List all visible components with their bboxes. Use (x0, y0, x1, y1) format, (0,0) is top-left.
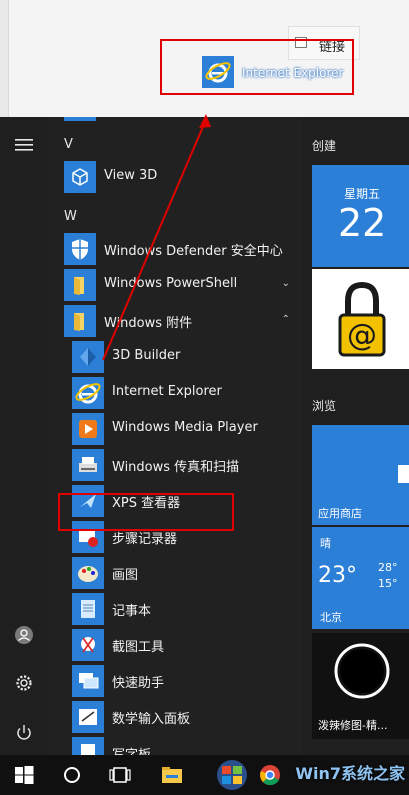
padlock-mail-icon: @ (338, 281, 386, 357)
previous-app-tile-edge (64, 117, 96, 121)
app-wordpad[interactable]: 写字板 (72, 736, 302, 755)
internet-explorer-icon (202, 56, 234, 88)
app-label: 记事本 (112, 604, 152, 619)
3d-builder-icon (72, 341, 104, 373)
app-windows-media-player[interactable]: Windows Media Player (72, 412, 302, 446)
weather-condition: 晴 (320, 537, 331, 550)
notepad-icon (72, 593, 104, 625)
explorer-window: 链接 Internet Explorer (0, 0, 409, 117)
weather-high: 28° (378, 561, 398, 574)
app-label: 数学输入面板 (112, 712, 191, 727)
section-letter-v[interactable]: V (64, 137, 73, 152)
app-windows-fax-scan[interactable]: Windows 传真和扫描 (72, 448, 302, 482)
app-snipping-tool[interactable]: 截图工具 (72, 628, 302, 662)
start-left-rail (0, 117, 48, 755)
app-paint[interactable]: 画图 (72, 556, 302, 590)
calendar-day-name: 星期五 (344, 187, 381, 201)
wordpad-icon (72, 737, 104, 755)
windows-orb-icon[interactable] (210, 759, 254, 791)
user-account-icon[interactable] (14, 625, 34, 645)
tile-group-title[interactable]: 创建 (312, 137, 336, 154)
app-windows-defender[interactable]: Windows Defender 安全中心 (64, 232, 296, 266)
shield-icon (64, 233, 96, 265)
tile-group-title[interactable]: 浏览 (312, 397, 336, 414)
live-tiles-panel: 创建 星期五 22 @ 浏览 应用商店 晴 23° 28° 15° 北京 泼辣修… (302, 117, 409, 755)
section-letter-w[interactable]: W (64, 209, 77, 224)
app-internet-explorer[interactable]: Internet Explorer (72, 376, 302, 410)
weather-tile[interactable]: 晴 23° 28° 15° 北京 (312, 527, 409, 629)
start-menu: V View 3D W Windows Defender 安全中心 Window… (0, 117, 409, 755)
photo-editor-ring-icon (334, 643, 390, 699)
app-label: 画图 (112, 568, 139, 583)
app-math-input-panel[interactable]: 数学输入面板 (72, 700, 302, 734)
app-folder-windows-powershell[interactable]: Windows PowerShell ⌄ (64, 268, 296, 302)
app-label: Windows 附件 (104, 316, 193, 331)
app-label: Windows PowerShell (104, 276, 238, 291)
dragged-ie-label: Internet Explorer (242, 66, 344, 80)
app-label: 3D Builder (112, 348, 181, 363)
paint-palette-icon (72, 557, 104, 589)
app-notepad[interactable]: 记事本 (72, 592, 302, 626)
chrome-browser-icon[interactable] (258, 763, 282, 787)
snipping-tool-icon (72, 629, 104, 661)
weather-low: 15° (378, 577, 398, 590)
weather-temperature: 23° (318, 563, 357, 588)
calendar-day-number: 22 (338, 201, 387, 245)
power-icon[interactable] (14, 723, 34, 743)
folder-icon (64, 305, 96, 337)
internet-explorer-icon (72, 377, 104, 409)
weather-city: 北京 (320, 611, 342, 624)
folder-icon (64, 269, 96, 301)
app-label: 写字板 (112, 744, 151, 755)
view-3d-icon (64, 161, 96, 193)
store-tile[interactable]: 应用商店 (312, 425, 409, 525)
app-label: View 3D (104, 168, 158, 183)
app-label: Windows Defender 安全中心 (104, 244, 283, 259)
app-3d-builder[interactable]: 3D Builder (72, 340, 302, 374)
store-bag-icon (398, 465, 409, 483)
watermark-text: Win7系统之家 (295, 764, 405, 783)
mail-tile[interactable]: @ (312, 269, 409, 369)
explorer-left-pane (0, 0, 9, 117)
app-label: 截图工具 (112, 640, 165, 655)
app-folder-windows-accessories[interactable]: Windows 附件 ⌃ (64, 304, 296, 338)
photo-editor-label: 泼辣修图-精... (318, 719, 388, 732)
quick-assist-icon (72, 665, 104, 697)
cortana-search-icon[interactable] (60, 763, 84, 787)
media-player-icon (72, 413, 104, 445)
store-tile-label: 应用商店 (318, 507, 362, 520)
calendar-tile[interactable]: 星期五 22 (312, 165, 409, 267)
settings-gear-icon[interactable] (14, 673, 34, 693)
app-label: Windows Media Player (112, 420, 258, 435)
chevron-down-icon[interactable]: ⌄ (282, 278, 290, 289)
task-view-icon[interactable] (108, 763, 132, 787)
photo-editor-tile[interactable]: 泼辣修图-精... (312, 633, 409, 739)
app-label: Internet Explorer (112, 384, 222, 399)
app-quick-assist[interactable]: 快速助手 (72, 664, 302, 698)
dragged-ie-shortcut[interactable]: Internet Explorer (160, 39, 354, 95)
app-view-3d[interactable]: View 3D (64, 160, 296, 194)
file-explorer-icon[interactable] (160, 763, 184, 787)
math-input-icon (72, 701, 104, 733)
app-label: Windows 传真和扫描 (112, 460, 240, 475)
windows-start-icon[interactable] (12, 763, 36, 787)
hamburger-menu-icon[interactable] (14, 135, 34, 155)
ie-highlight-box (58, 493, 234, 531)
fax-scanner-icon (72, 449, 104, 481)
chevron-up-icon[interactable]: ⌃ (282, 314, 290, 325)
app-list[interactable]: V View 3D W Windows Defender 安全中心 Window… (48, 117, 302, 755)
app-label: 快速助手 (112, 676, 165, 691)
svg-text:@: @ (347, 318, 377, 353)
